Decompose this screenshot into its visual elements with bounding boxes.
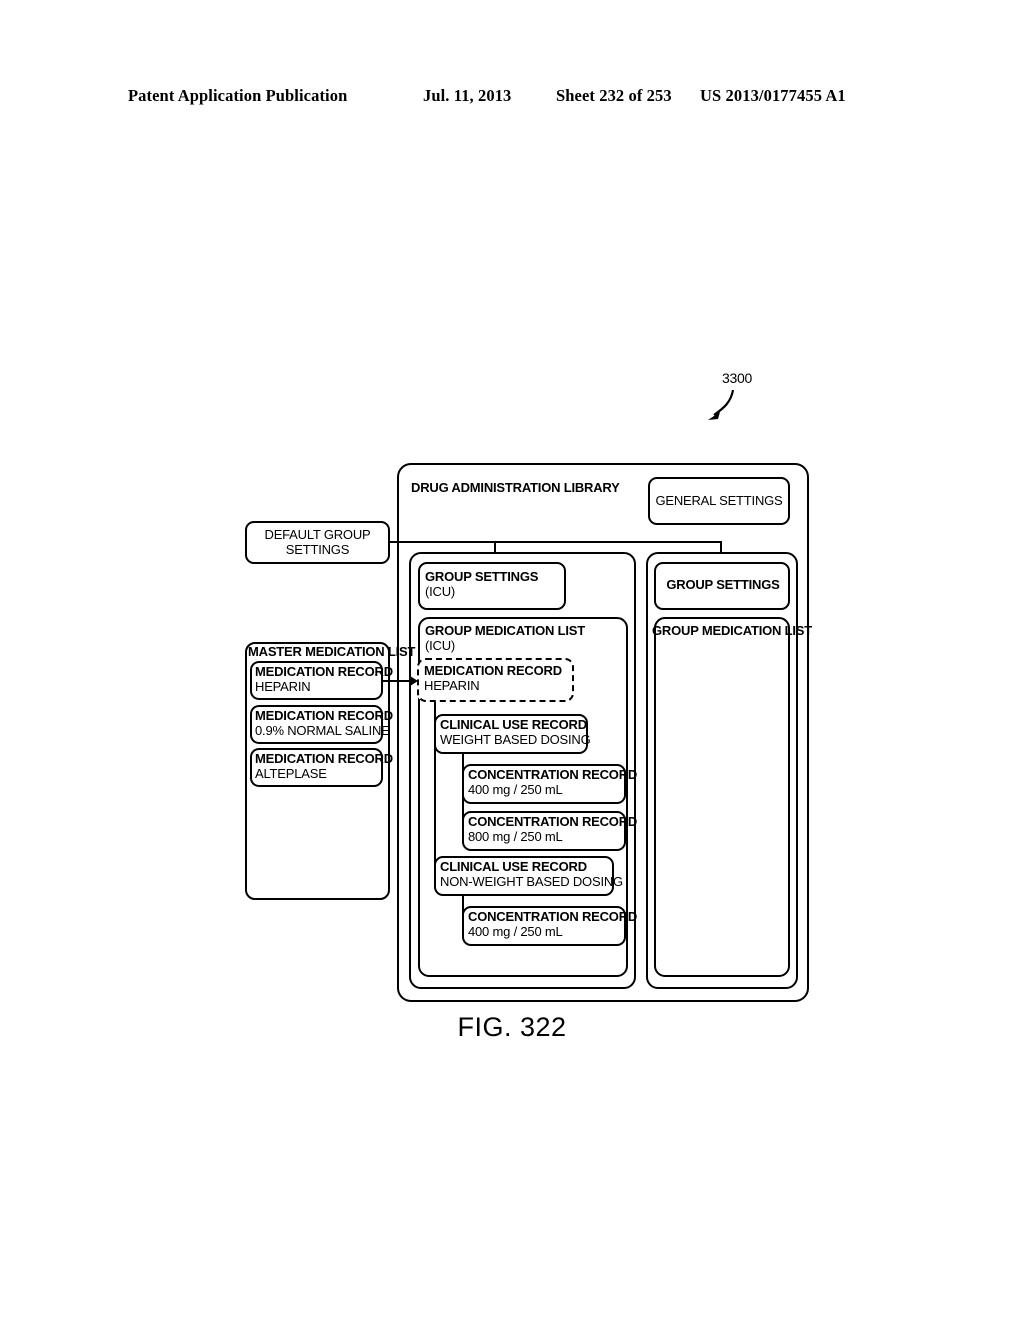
clinical-use-record-nonweight-based-label: CLINICAL USE RECORD NON-WEIGHT BASED DOS… bbox=[440, 859, 623, 889]
group-settings-2-label: GROUP SETTINGS bbox=[666, 577, 780, 592]
master-medication-list-title: MASTER MEDICATION LIST bbox=[248, 644, 416, 659]
medication-record-heparin-icu-label: MEDICATION RECORD HEPARIN bbox=[424, 663, 562, 693]
reference-leader-arrow bbox=[708, 389, 735, 420]
group-medication-list-2-box bbox=[654, 617, 790, 977]
connector-settings-bus bbox=[390, 541, 722, 543]
master-medication-record-alteplase-label: MEDICATION RECORD ALTEPLASE bbox=[255, 751, 393, 781]
master-medication-record-heparin-label: MEDICATION RECORD HEPARIN bbox=[255, 664, 393, 694]
group-medication-list-icu-label: GROUP MEDICATION LIST (ICU) bbox=[425, 623, 585, 653]
general-settings-label: GENERAL SETTINGS bbox=[655, 493, 783, 508]
master-medication-record-saline-label: MEDICATION RECORD 0.9% NORMAL SALINE bbox=[255, 708, 393, 738]
figure-322-diagram: 3300 DRUG ADMINISTRATION LIBRARY GENERAL… bbox=[0, 0, 1024, 1320]
concentration-record-400-nonweight-label: CONCENTRATION RECORD 400 mg / 250 mL bbox=[468, 909, 638, 939]
concentration-record-800-weight-label: CONCENTRATION RECORD 800 mg / 250 mL bbox=[468, 814, 638, 844]
default-group-settings-label: DEFAULT GROUP SETTINGS bbox=[264, 527, 371, 557]
reference-numeral-3300: 3300 bbox=[722, 370, 752, 386]
figure-caption: FIG. 322 bbox=[457, 1012, 567, 1042]
heparin-link-arrowhead bbox=[410, 676, 418, 686]
drug-administration-library-title: DRUG ADMINISTRATION LIBRARY bbox=[411, 480, 620, 495]
concentration-record-400-weight-label: CONCENTRATION RECORD 400 mg / 250 mL bbox=[468, 767, 638, 797]
group-settings-icu-label: GROUP SETTINGS (ICU) bbox=[425, 569, 539, 599]
clinical-use-record-weight-based-label: CLINICAL USE RECORD WEIGHT BASED DOSING bbox=[440, 717, 591, 747]
connector-library-left-spine bbox=[397, 541, 399, 681]
group-medication-list-2-label: GROUP MEDICATION LIST bbox=[652, 623, 812, 638]
